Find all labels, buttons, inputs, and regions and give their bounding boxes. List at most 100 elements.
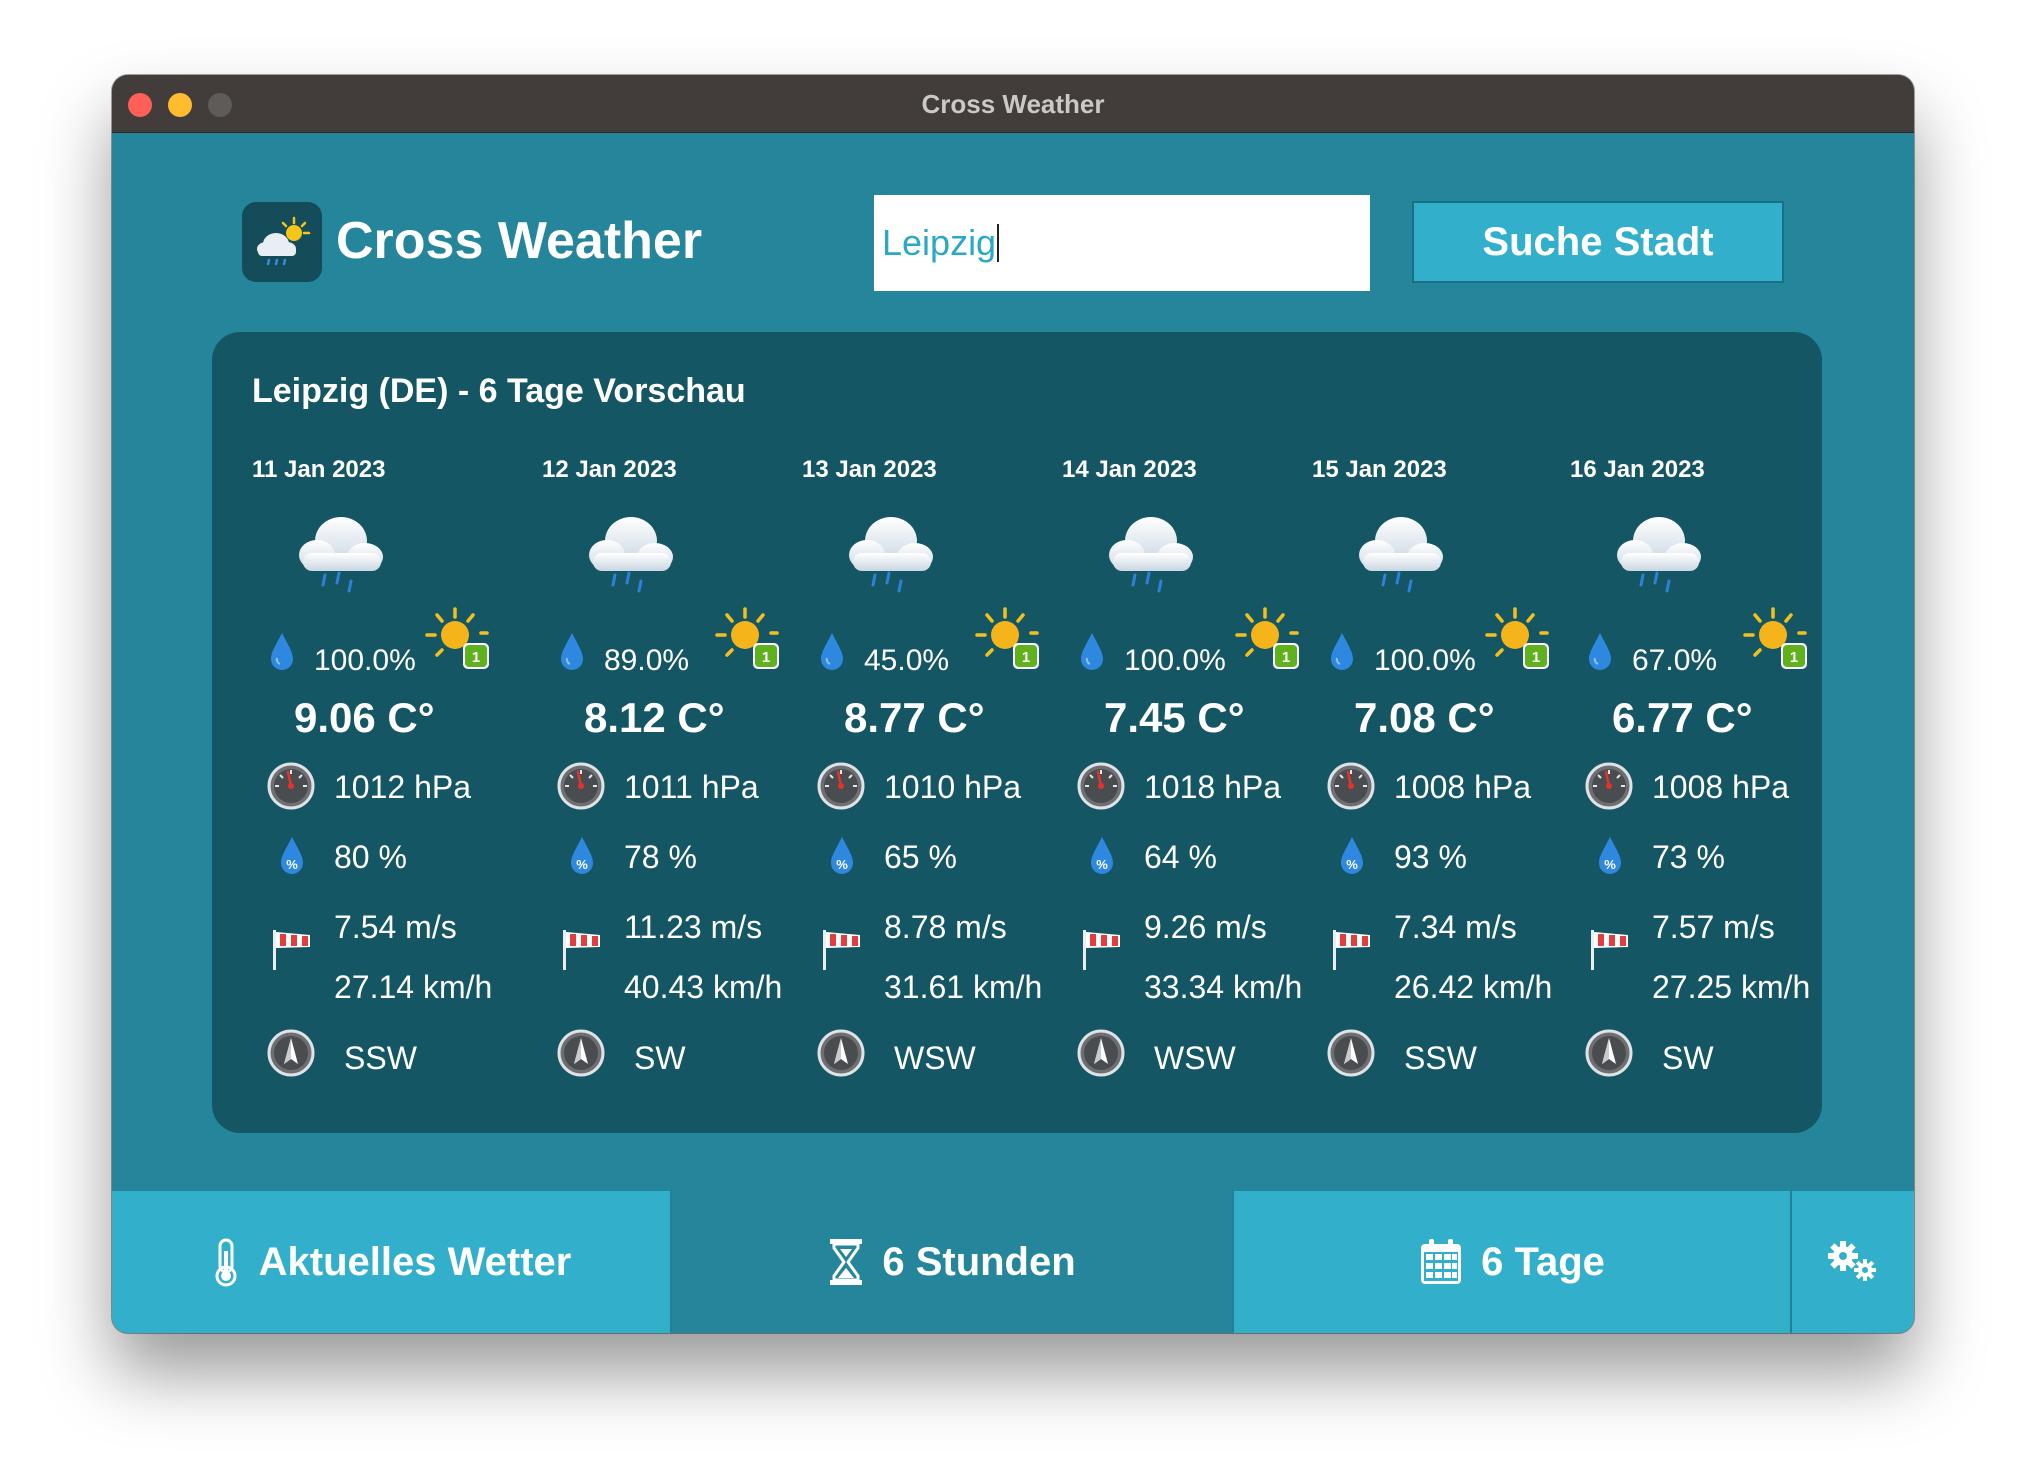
search-city-button[interactable]: Suche Stadt bbox=[1412, 201, 1784, 283]
settings-button[interactable] bbox=[1792, 1191, 1914, 1333]
bottom-tab-bar: Aktuelles Wetter 6 Stunden 6 Tage bbox=[112, 1191, 1914, 1333]
wind-speed-kmh: 31.61 km/h bbox=[884, 969, 1043, 1005]
uv-sun-icon: 1 bbox=[1477, 605, 1557, 685]
compass-icon bbox=[556, 1028, 606, 1078]
day-date: 15 Jan 2023 bbox=[1312, 456, 1447, 483]
cloud-rain-icon bbox=[1099, 507, 1199, 599]
pressure-value: 1011 hPa bbox=[624, 769, 759, 805]
tab-current-label: Aktuelles Wetter bbox=[258, 1239, 572, 1284]
rain-drop-icon bbox=[268, 631, 296, 671]
compass-icon bbox=[1326, 1028, 1376, 1078]
pressure-gauge-icon bbox=[556, 761, 606, 811]
wind-direction: WSW bbox=[1154, 1040, 1236, 1076]
windsock-icon bbox=[560, 926, 604, 972]
app-name: Cross Weather bbox=[336, 212, 703, 270]
day-date: 12 Jan 2023 bbox=[542, 456, 677, 483]
wind-direction: WSW bbox=[894, 1040, 976, 1076]
cloud-rain-icon bbox=[839, 507, 939, 599]
forecast-day-6: 16 Jan 2023 67.0% 1 6.77 C° 1008 hPa % 7… bbox=[1552, 332, 1812, 1133]
compass-icon bbox=[1076, 1028, 1126, 1078]
svg-text:%: % bbox=[576, 857, 588, 872]
precipitation-probability: 100.0% bbox=[1124, 644, 1226, 677]
day-date: 11 Jan 2023 bbox=[252, 456, 386, 483]
pressure-value: 1012 hPa bbox=[334, 769, 472, 805]
uv-sun-icon: 1 bbox=[967, 605, 1047, 685]
svg-text:%: % bbox=[1604, 857, 1616, 872]
wind-speed-kmh: 26.42 km/h bbox=[1394, 969, 1553, 1005]
humidity-icon: % bbox=[828, 835, 856, 875]
app-window: Cross Weather Cross Weather Leipzig Such… bbox=[112, 75, 1914, 1333]
city-search-input[interactable]: Leipzig bbox=[874, 195, 1370, 291]
compass-icon bbox=[1584, 1028, 1634, 1078]
humidity-value: 73 % bbox=[1652, 839, 1725, 875]
wind-speed-ms: 7.57 m/s bbox=[1652, 909, 1775, 945]
forecast-day-4: 14 Jan 2023 100.0% 1 7.45 C° 1018 hPa % … bbox=[1044, 332, 1304, 1133]
pressure-gauge-icon bbox=[1076, 761, 1126, 811]
app-logo-icon bbox=[242, 202, 322, 282]
pressure-gauge-icon bbox=[816, 761, 866, 811]
windsock-icon bbox=[1588, 926, 1632, 972]
precipitation-probability: 45.0% bbox=[864, 644, 950, 677]
gears-icon bbox=[1828, 1241, 1876, 1281]
wind-speed-ms: 7.34 m/s bbox=[1394, 909, 1517, 945]
humidity-icon: % bbox=[1596, 835, 1624, 875]
day-date: 14 Jan 2023 bbox=[1062, 456, 1197, 483]
pressure-gauge-icon bbox=[1584, 761, 1634, 811]
windsock-icon bbox=[820, 926, 864, 972]
cloud-rain-icon bbox=[1607, 507, 1707, 599]
windsock-icon bbox=[1080, 926, 1124, 972]
forecast-day-5: 15 Jan 2023 100.0% 1 7.08 C° 1008 hPa % … bbox=[1294, 332, 1554, 1133]
svg-text:1: 1 bbox=[1022, 649, 1030, 666]
search-input-value[interactable]: Leipzig bbox=[882, 222, 996, 264]
thermometer-icon bbox=[215, 1238, 237, 1287]
tab-hours-label: 6 Stunden bbox=[882, 1239, 1076, 1284]
tab-current-weather[interactable]: Aktuelles Wetter bbox=[112, 1191, 672, 1333]
tab-6-hours[interactable]: 6 Stunden bbox=[672, 1191, 1232, 1333]
pressure-gauge-icon bbox=[266, 761, 316, 811]
rain-drop-icon bbox=[558, 631, 586, 671]
cloud-rain-icon bbox=[579, 507, 679, 599]
rain-drop-icon bbox=[1328, 631, 1356, 671]
forecast-day-3: 13 Jan 2023 45.0% 1 8.77 C° 1010 hPa % 6… bbox=[784, 332, 1044, 1133]
humidity-value: 93 % bbox=[1394, 839, 1467, 875]
calendar-icon bbox=[1421, 1239, 1462, 1284]
precipitation-probability: 67.0% bbox=[1632, 644, 1718, 677]
day-date: 13 Jan 2023 bbox=[802, 456, 937, 483]
svg-text:%: % bbox=[286, 857, 298, 872]
svg-text:%: % bbox=[1096, 857, 1108, 872]
temperature: 8.77 C° bbox=[844, 694, 985, 741]
temperature: 9.06 C° bbox=[294, 694, 435, 741]
uv-sun-icon: 1 bbox=[1735, 605, 1815, 685]
pressure-value: 1018 hPa bbox=[1144, 769, 1282, 805]
temperature: 8.12 C° bbox=[584, 694, 725, 741]
wind-direction: SW bbox=[1662, 1040, 1714, 1076]
precipitation-probability: 100.0% bbox=[314, 644, 416, 677]
wind-speed-ms: 7.54 m/s bbox=[334, 909, 457, 945]
uv-sun-icon: 1 bbox=[707, 605, 787, 685]
humidity-value: 80 % bbox=[334, 839, 407, 875]
temperature: 7.08 C° bbox=[1354, 694, 1495, 741]
tab-6-days[interactable]: 6 Tage bbox=[1232, 1191, 1792, 1333]
rain-drop-icon bbox=[1586, 631, 1614, 671]
temperature: 6.77 C° bbox=[1612, 694, 1753, 741]
humidity-value: 65 % bbox=[884, 839, 957, 875]
svg-text:1: 1 bbox=[472, 649, 480, 666]
svg-text:1: 1 bbox=[1282, 649, 1290, 666]
svg-text:%: % bbox=[1346, 857, 1358, 872]
precipitation-probability: 89.0% bbox=[604, 644, 690, 677]
text-caret bbox=[997, 224, 1000, 262]
cloud-rain-icon bbox=[1349, 507, 1449, 599]
pressure-value: 1008 hPa bbox=[1652, 769, 1790, 805]
wind-speed-kmh: 27.14 km/h bbox=[334, 969, 493, 1005]
pressure-value: 1010 hPa bbox=[884, 769, 1022, 805]
hourglass-icon bbox=[830, 1239, 863, 1285]
wind-speed-ms: 11.23 m/s bbox=[624, 909, 763, 945]
uv-sun-icon: 1 bbox=[417, 605, 497, 685]
wind-speed-ms: 8.78 m/s bbox=[884, 909, 1007, 945]
pressure-gauge-icon bbox=[1326, 761, 1376, 811]
window-title: Cross Weather bbox=[921, 89, 1105, 119]
humidity-icon: % bbox=[1338, 835, 1366, 875]
forecast-day-2: 12 Jan 2023 89.0% 1 8.12 C° 1011 hPa % 7… bbox=[524, 332, 784, 1133]
pressure-value: 1008 hPa bbox=[1394, 769, 1532, 805]
wind-speed-kmh: 40.43 km/h bbox=[624, 969, 783, 1005]
